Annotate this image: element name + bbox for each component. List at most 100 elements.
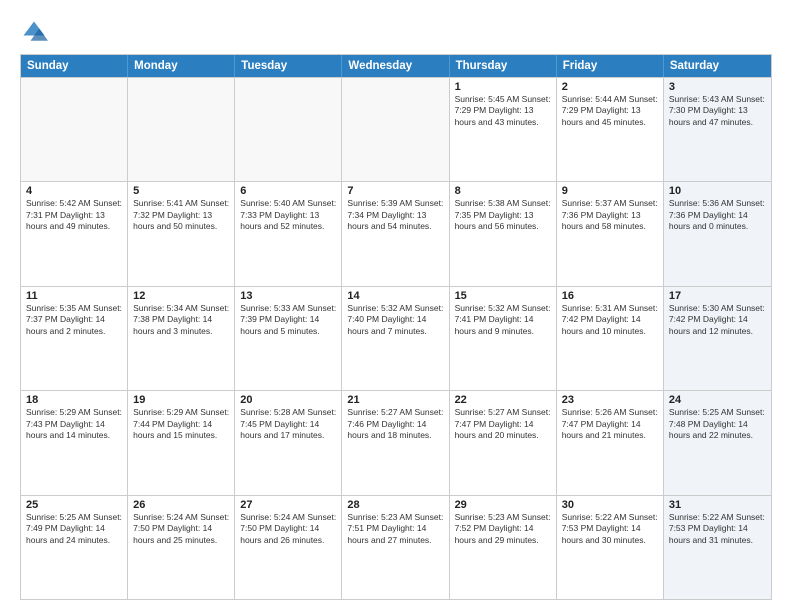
day-number: 24 bbox=[669, 394, 766, 406]
cal-cell-r0c3 bbox=[342, 78, 449, 181]
cal-cell-r4c1: 26Sunrise: 5:24 AM Sunset: 7:50 PM Dayli… bbox=[128, 496, 235, 599]
calendar: SundayMondayTuesdayWednesdayThursdayFrid… bbox=[20, 54, 772, 600]
cell-info: Sunrise: 5:45 AM Sunset: 7:29 PM Dayligh… bbox=[455, 94, 551, 128]
logo bbox=[20, 18, 52, 46]
cell-info: Sunrise: 5:25 AM Sunset: 7:49 PM Dayligh… bbox=[26, 512, 122, 546]
cell-info: Sunrise: 5:28 AM Sunset: 7:45 PM Dayligh… bbox=[240, 407, 336, 441]
cell-info: Sunrise: 5:34 AM Sunset: 7:38 PM Dayligh… bbox=[133, 303, 229, 337]
cal-cell-r3c4: 22Sunrise: 5:27 AM Sunset: 7:47 PM Dayli… bbox=[450, 391, 557, 494]
cal-header-sunday: Sunday bbox=[21, 55, 128, 77]
cal-header-thursday: Thursday bbox=[450, 55, 557, 77]
day-number: 22 bbox=[455, 394, 551, 406]
day-number: 14 bbox=[347, 290, 443, 302]
day-number: 18 bbox=[26, 394, 122, 406]
cal-header-saturday: Saturday bbox=[664, 55, 771, 77]
cell-info: Sunrise: 5:30 AM Sunset: 7:42 PM Dayligh… bbox=[669, 303, 766, 337]
cell-info: Sunrise: 5:25 AM Sunset: 7:48 PM Dayligh… bbox=[669, 407, 766, 441]
cal-cell-r1c4: 8Sunrise: 5:38 AM Sunset: 7:35 PM Daylig… bbox=[450, 182, 557, 285]
cal-cell-r0c1 bbox=[128, 78, 235, 181]
day-number: 16 bbox=[562, 290, 658, 302]
cell-info: Sunrise: 5:27 AM Sunset: 7:46 PM Dayligh… bbox=[347, 407, 443, 441]
calendar-header-row: SundayMondayTuesdayWednesdayThursdayFrid… bbox=[21, 55, 771, 77]
cal-cell-r2c0: 11Sunrise: 5:35 AM Sunset: 7:37 PM Dayli… bbox=[21, 287, 128, 390]
cell-info: Sunrise: 5:24 AM Sunset: 7:50 PM Dayligh… bbox=[133, 512, 229, 546]
cal-cell-r4c3: 28Sunrise: 5:23 AM Sunset: 7:51 PM Dayli… bbox=[342, 496, 449, 599]
cell-info: Sunrise: 5:22 AM Sunset: 7:53 PM Dayligh… bbox=[562, 512, 658, 546]
cal-cell-r1c5: 9Sunrise: 5:37 AM Sunset: 7:36 PM Daylig… bbox=[557, 182, 664, 285]
page: SundayMondayTuesdayWednesdayThursdayFrid… bbox=[0, 0, 792, 612]
cal-cell-r1c0: 4Sunrise: 5:42 AM Sunset: 7:31 PM Daylig… bbox=[21, 182, 128, 285]
cell-info: Sunrise: 5:29 AM Sunset: 7:44 PM Dayligh… bbox=[133, 407, 229, 441]
cal-cell-r2c2: 13Sunrise: 5:33 AM Sunset: 7:39 PM Dayli… bbox=[235, 287, 342, 390]
cell-info: Sunrise: 5:31 AM Sunset: 7:42 PM Dayligh… bbox=[562, 303, 658, 337]
day-number: 3 bbox=[669, 81, 766, 93]
day-number: 1 bbox=[455, 81, 551, 93]
cell-info: Sunrise: 5:37 AM Sunset: 7:36 PM Dayligh… bbox=[562, 198, 658, 232]
cal-cell-r2c6: 17Sunrise: 5:30 AM Sunset: 7:42 PM Dayli… bbox=[664, 287, 771, 390]
cell-info: Sunrise: 5:36 AM Sunset: 7:36 PM Dayligh… bbox=[669, 198, 766, 232]
cal-cell-r3c3: 21Sunrise: 5:27 AM Sunset: 7:46 PM Dayli… bbox=[342, 391, 449, 494]
cal-cell-r2c4: 15Sunrise: 5:32 AM Sunset: 7:41 PM Dayli… bbox=[450, 287, 557, 390]
cell-info: Sunrise: 5:26 AM Sunset: 7:47 PM Dayligh… bbox=[562, 407, 658, 441]
cell-info: Sunrise: 5:40 AM Sunset: 7:33 PM Dayligh… bbox=[240, 198, 336, 232]
cal-cell-r3c2: 20Sunrise: 5:28 AM Sunset: 7:45 PM Dayli… bbox=[235, 391, 342, 494]
day-number: 25 bbox=[26, 499, 122, 511]
day-number: 17 bbox=[669, 290, 766, 302]
day-number: 23 bbox=[562, 394, 658, 406]
day-number: 13 bbox=[240, 290, 336, 302]
cal-cell-r0c0 bbox=[21, 78, 128, 181]
cell-info: Sunrise: 5:27 AM Sunset: 7:47 PM Dayligh… bbox=[455, 407, 551, 441]
cell-info: Sunrise: 5:38 AM Sunset: 7:35 PM Dayligh… bbox=[455, 198, 551, 232]
day-number: 11 bbox=[26, 290, 122, 302]
day-number: 8 bbox=[455, 185, 551, 197]
day-number: 19 bbox=[133, 394, 229, 406]
day-number: 2 bbox=[562, 81, 658, 93]
day-number: 7 bbox=[347, 185, 443, 197]
cell-info: Sunrise: 5:24 AM Sunset: 7:50 PM Dayligh… bbox=[240, 512, 336, 546]
day-number: 30 bbox=[562, 499, 658, 511]
cal-cell-r1c1: 5Sunrise: 5:41 AM Sunset: 7:32 PM Daylig… bbox=[128, 182, 235, 285]
cal-cell-r3c0: 18Sunrise: 5:29 AM Sunset: 7:43 PM Dayli… bbox=[21, 391, 128, 494]
cal-header-wednesday: Wednesday bbox=[342, 55, 449, 77]
cal-cell-r4c4: 29Sunrise: 5:23 AM Sunset: 7:52 PM Dayli… bbox=[450, 496, 557, 599]
cal-header-monday: Monday bbox=[128, 55, 235, 77]
cal-cell-r0c4: 1Sunrise: 5:45 AM Sunset: 7:29 PM Daylig… bbox=[450, 78, 557, 181]
cal-row-3: 18Sunrise: 5:29 AM Sunset: 7:43 PM Dayli… bbox=[21, 390, 771, 494]
day-number: 4 bbox=[26, 185, 122, 197]
cal-cell-r4c6: 31Sunrise: 5:22 AM Sunset: 7:53 PM Dayli… bbox=[664, 496, 771, 599]
cal-row-0: 1Sunrise: 5:45 AM Sunset: 7:29 PM Daylig… bbox=[21, 77, 771, 181]
cell-info: Sunrise: 5:41 AM Sunset: 7:32 PM Dayligh… bbox=[133, 198, 229, 232]
day-number: 29 bbox=[455, 499, 551, 511]
cell-info: Sunrise: 5:35 AM Sunset: 7:37 PM Dayligh… bbox=[26, 303, 122, 337]
cal-cell-r3c5: 23Sunrise: 5:26 AM Sunset: 7:47 PM Dayli… bbox=[557, 391, 664, 494]
cell-info: Sunrise: 5:23 AM Sunset: 7:52 PM Dayligh… bbox=[455, 512, 551, 546]
cal-cell-r1c3: 7Sunrise: 5:39 AM Sunset: 7:34 PM Daylig… bbox=[342, 182, 449, 285]
cell-info: Sunrise: 5:33 AM Sunset: 7:39 PM Dayligh… bbox=[240, 303, 336, 337]
cal-cell-r1c6: 10Sunrise: 5:36 AM Sunset: 7:36 PM Dayli… bbox=[664, 182, 771, 285]
day-number: 26 bbox=[133, 499, 229, 511]
cal-header-friday: Friday bbox=[557, 55, 664, 77]
cal-row-4: 25Sunrise: 5:25 AM Sunset: 7:49 PM Dayli… bbox=[21, 495, 771, 599]
day-number: 10 bbox=[669, 185, 766, 197]
day-number: 12 bbox=[133, 290, 229, 302]
day-number: 15 bbox=[455, 290, 551, 302]
day-number: 28 bbox=[347, 499, 443, 511]
cal-cell-r0c2 bbox=[235, 78, 342, 181]
cal-cell-r3c6: 24Sunrise: 5:25 AM Sunset: 7:48 PM Dayli… bbox=[664, 391, 771, 494]
cal-cell-r4c0: 25Sunrise: 5:25 AM Sunset: 7:49 PM Dayli… bbox=[21, 496, 128, 599]
cal-cell-r4c2: 27Sunrise: 5:24 AM Sunset: 7:50 PM Dayli… bbox=[235, 496, 342, 599]
day-number: 9 bbox=[562, 185, 658, 197]
cal-cell-r3c1: 19Sunrise: 5:29 AM Sunset: 7:44 PM Dayli… bbox=[128, 391, 235, 494]
cal-cell-r0c5: 2Sunrise: 5:44 AM Sunset: 7:29 PM Daylig… bbox=[557, 78, 664, 181]
cal-cell-r2c3: 14Sunrise: 5:32 AM Sunset: 7:40 PM Dayli… bbox=[342, 287, 449, 390]
day-number: 27 bbox=[240, 499, 336, 511]
cal-row-1: 4Sunrise: 5:42 AM Sunset: 7:31 PM Daylig… bbox=[21, 181, 771, 285]
day-number: 21 bbox=[347, 394, 443, 406]
logo-icon bbox=[20, 18, 48, 46]
cell-info: Sunrise: 5:44 AM Sunset: 7:29 PM Dayligh… bbox=[562, 94, 658, 128]
cell-info: Sunrise: 5:42 AM Sunset: 7:31 PM Dayligh… bbox=[26, 198, 122, 232]
day-number: 20 bbox=[240, 394, 336, 406]
cell-info: Sunrise: 5:32 AM Sunset: 7:41 PM Dayligh… bbox=[455, 303, 551, 337]
cal-cell-r2c1: 12Sunrise: 5:34 AM Sunset: 7:38 PM Dayli… bbox=[128, 287, 235, 390]
calendar-body: 1Sunrise: 5:45 AM Sunset: 7:29 PM Daylig… bbox=[21, 77, 771, 599]
